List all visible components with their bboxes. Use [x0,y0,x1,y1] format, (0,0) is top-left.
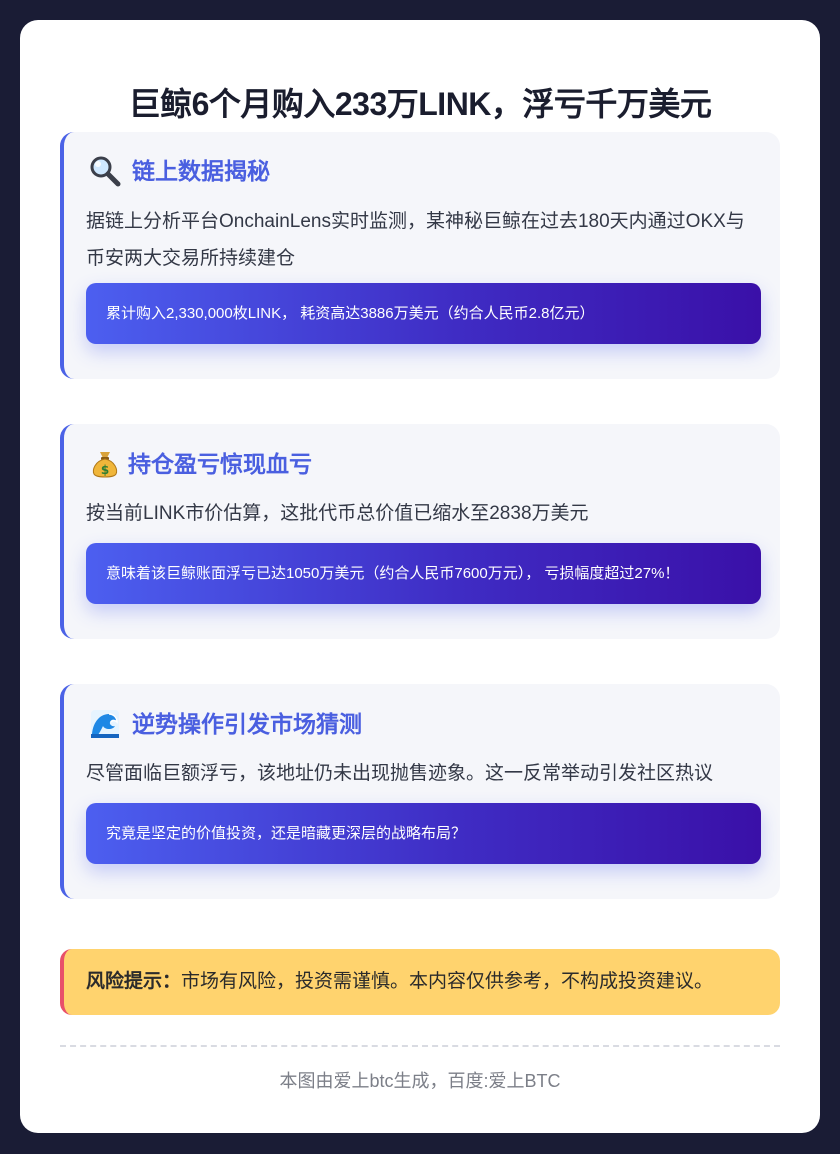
page-title: 巨鲸6个月购入233万LINK，浮亏千万美元 [128,86,712,122]
wave-icon [88,707,122,741]
section-header: 链上数据揭秘 [88,153,270,189]
divider [60,1045,780,1047]
highlight-box: 意味着该巨鲸账面浮亏已达1050万美元（约合人民币7600万元）， 亏损幅度超过… [86,543,761,604]
svg-text:$: $ [101,463,109,477]
risk-warning: 风险提示：市场有风险，投资需谨慎。本内容仅供参考，不构成投资建议。 [60,949,780,1015]
section-header: 逆势操作引发市场猜测 [88,706,362,742]
section-body: 按当前LINK市价估算，这批代币总价值已缩水至2838万美元 [86,503,589,524]
section-title: 逆势操作引发市场猜测 [132,711,362,737]
risk-label: 风险提示： [86,971,182,992]
poster-card: 巨鲸6个月购入233万LINK，浮亏千万美元 链上数据揭秘 据链上分析平台Onc… [20,20,820,1133]
section-position-loss: $ 持仓盈亏惊现血亏 按当前LINK市价估算，这批代币总价值已缩水至2838万美… [60,424,780,639]
money-bag-icon: $ [88,447,122,481]
section-onchain-data: 链上数据揭秘 据链上分析平台OnchainLens实时监测，某神秘巨鲸在过去18… [60,132,780,379]
highlight-box: 究竟是坚定的价值投资，还是暗藏更深层的战略布局？ [86,803,761,864]
highlight-box: 累计购入2,330,000枚LINK， 耗资高达3886万美元（约合人民币2.8… [86,283,761,344]
risk-text: 市场有风险，投资需谨慎。本内容仅供参考，不构成投资建议。 [181,971,714,992]
section-title: 链上数据揭秘 [132,158,270,184]
footer-text: 本图由爱上btc生成，百度:爱上BTC [279,1071,561,1091]
section-body: 据链上分析平台OnchainLens实时监测，某神秘巨鲸在过去180天内通过OK… [86,211,745,269]
section-market-speculation: 逆势操作引发市场猜测 尽管面临巨额浮亏，该地址仍未出现抛售迹象。这一反常举动引发… [60,684,780,899]
magnifier-icon [88,154,122,188]
section-header: $ 持仓盈亏惊现血亏 [88,446,312,482]
section-body: 尽管面临巨额浮亏，该地址仍未出现抛售迹象。这一反常举动引发社区热议 [86,763,714,784]
section-title: 持仓盈亏惊现血亏 [128,451,312,477]
